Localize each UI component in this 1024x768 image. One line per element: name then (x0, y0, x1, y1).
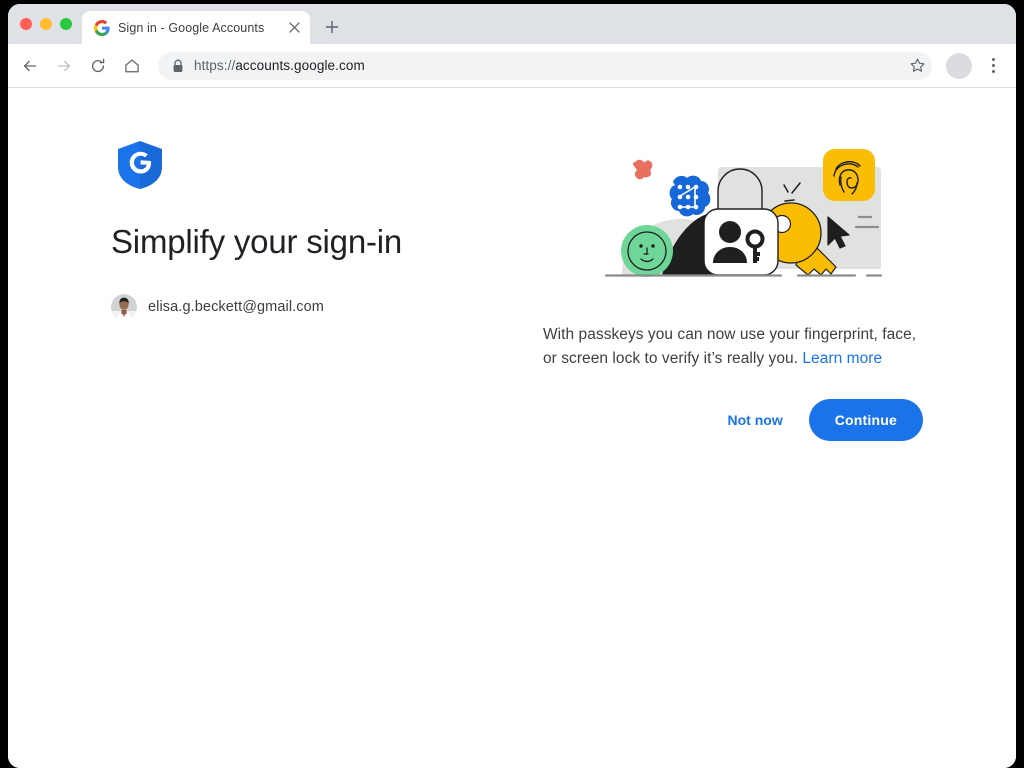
menu-dot (992, 70, 995, 73)
page-title: Simplify your sign-in (111, 221, 511, 262)
passkeys-illustration (600, 147, 889, 295)
left-column: Simplify your sign-in (111, 137, 511, 441)
not-now-button[interactable]: Not now (716, 402, 795, 438)
account-chip[interactable]: elisa.g.beckett@gmail.com (111, 294, 511, 320)
browser-tab[interactable]: Sign in - Google Accounts (82, 11, 310, 44)
lock-icon (172, 59, 184, 73)
learn-more-link[interactable]: Learn more (802, 350, 882, 367)
new-tab-button[interactable] (318, 13, 346, 41)
arrow-right-icon (55, 57, 73, 75)
window-controls (8, 4, 82, 44)
menu-dot (992, 58, 995, 61)
browser-toolbar: https://accounts.google.com (8, 44, 1016, 88)
google-shield-icon (118, 141, 162, 189)
account-email: elisa.g.beckett@gmail.com (148, 299, 324, 315)
blurb-line-2: or screen lock to verify it’s really you… (543, 350, 798, 367)
right-column: With passkeys you can now use your finge… (543, 137, 938, 441)
fingerprint-badge (823, 149, 875, 201)
reload-icon (89, 57, 107, 75)
url-scheme: https:// (194, 58, 235, 73)
tab-title: Sign in - Google Accounts (118, 21, 278, 35)
forward-button[interactable] (48, 50, 80, 82)
red-x-mark (633, 160, 652, 180)
person-head-icon (719, 221, 741, 243)
home-button[interactable] (116, 50, 148, 82)
green-smiley-face (621, 225, 673, 277)
passkeys-description: With passkeys you can now use your finge… (543, 323, 943, 371)
home-icon (123, 57, 141, 75)
screen: Sign in - Google Accounts (0, 0, 1024, 768)
tab-strip: Sign in - Google Accounts (8, 4, 1016, 44)
close-window-button[interactable] (20, 18, 32, 30)
padlock-body (704, 209, 778, 275)
blue-pattern-lock (670, 176, 711, 217)
continue-button[interactable]: Continue (809, 399, 923, 441)
action-buttons: Not now Continue (543, 399, 923, 441)
close-icon[interactable] (286, 20, 302, 36)
plus-icon (325, 20, 339, 34)
three-dot-menu-button[interactable] (980, 53, 1006, 79)
page-content: Simplify your sign-in (8, 88, 1016, 768)
url-text: https://accounts.google.com (194, 58, 365, 73)
avatar (111, 294, 137, 320)
url-host: accounts.google.com (235, 58, 364, 73)
browser-window: Sign in - Google Accounts (8, 4, 1016, 768)
close-icon-glyph (289, 22, 300, 33)
minimize-window-button[interactable] (40, 18, 52, 30)
signin-card: Simplify your sign-in (111, 137, 961, 441)
address-bar[interactable]: https://accounts.google.com (158, 52, 932, 80)
maximize-window-button[interactable] (60, 18, 72, 30)
reload-button[interactable] (82, 50, 114, 82)
bookmark-star-button[interactable] (902, 51, 932, 81)
arrow-left-icon (21, 57, 39, 75)
blurb-line-1: With passkeys you can now use your finge… (543, 326, 916, 343)
star-icon (909, 57, 926, 74)
profile-avatar-button[interactable] (946, 53, 972, 79)
back-button[interactable] (14, 50, 46, 82)
google-g-icon (94, 20, 110, 36)
menu-dot (992, 64, 995, 67)
